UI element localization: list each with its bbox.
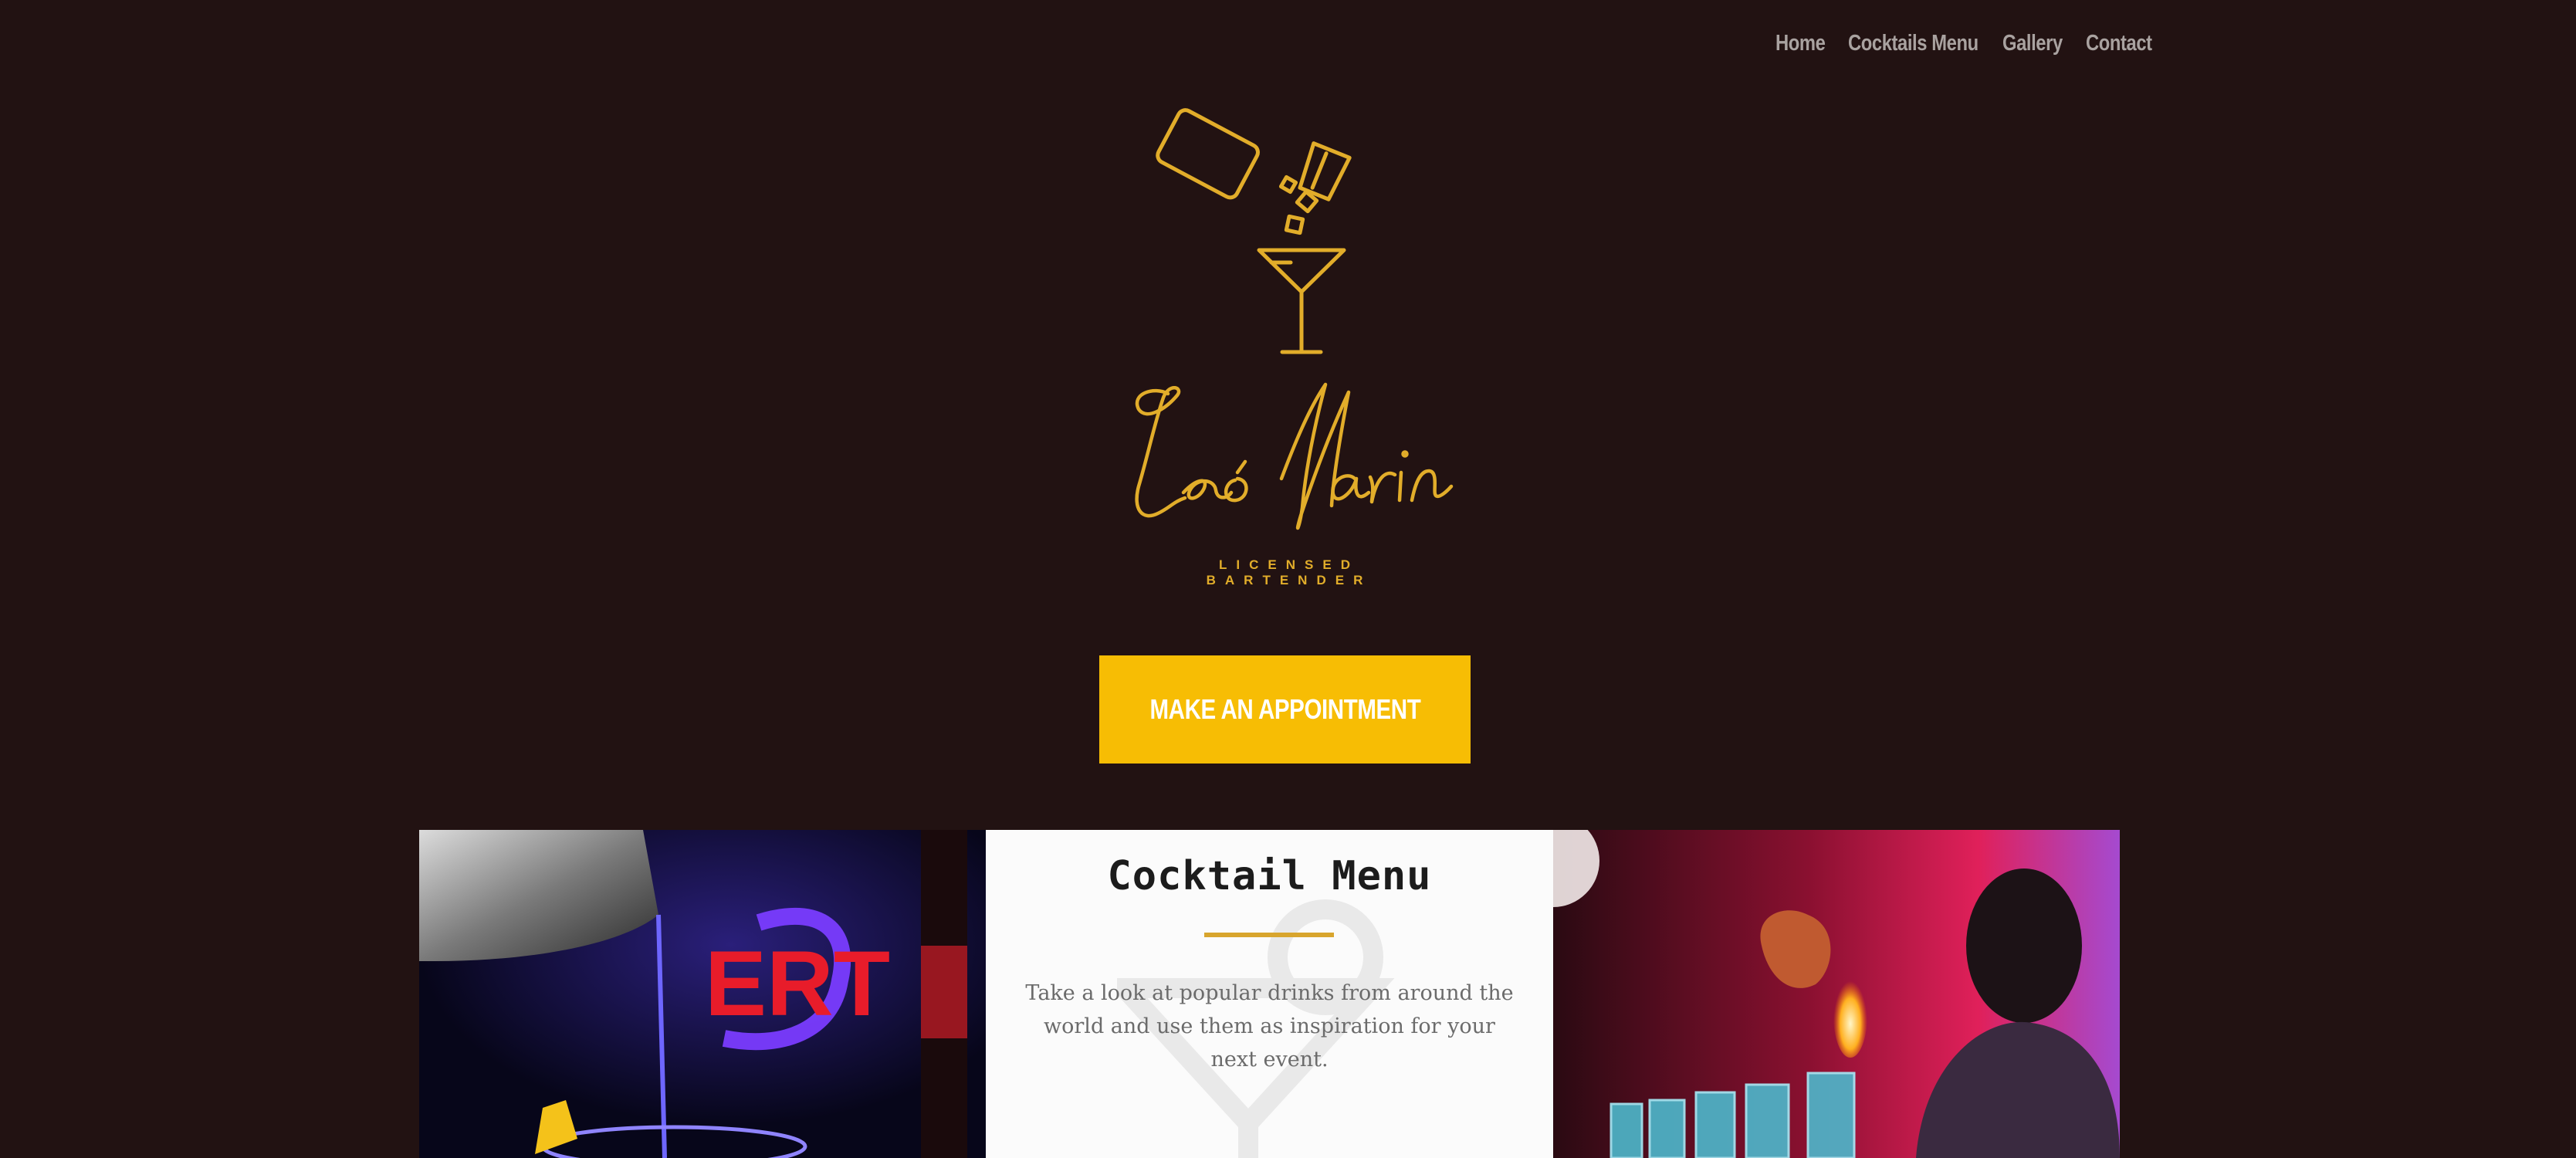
top-nav: Home Cocktails Menu Gallery Contact	[1775, 31, 2154, 56]
svg-text:ERT: ERT	[705, 932, 890, 1035]
feature-panels: ERT Cocktail Menu Take a look at popular…	[419, 830, 2120, 1158]
logo-tagline: LICENSED BARTENDER	[1206, 557, 1373, 587]
nav-contact-link[interactable]: Contact	[2086, 31, 2152, 56]
flaming-shots-image	[1553, 830, 2120, 1158]
brand-script-logo	[1135, 382, 1454, 530]
nav-home-link[interactable]: Home	[1775, 31, 1826, 56]
bartender-pouring-photo: ERT	[419, 830, 986, 1158]
bartender-pouring-image: ERT	[419, 830, 986, 1158]
make-appointment-button[interactable]: MAKE AN APPOINTMENT	[1099, 655, 1471, 764]
flaming-shots-photo	[1553, 830, 2120, 1158]
make-appointment-label: MAKE AN APPOINTMENT	[1149, 693, 1420, 725]
nav-gallery-link[interactable]: Gallery	[2002, 31, 2063, 56]
cocktail-menu-card[interactable]: Cocktail Menu Take a look at popular dri…	[986, 830, 1553, 1158]
title-divider	[1204, 933, 1334, 937]
cocktail-menu-description: Take a look at popular drinks from aroun…	[1025, 981, 1514, 1072]
page: Home Cocktails Menu Gallery Contact LICE…	[0, 0, 2576, 1158]
cocktail-menu-title: Cocktail Menu	[1107, 853, 1432, 899]
nav-cocktails-menu-link[interactable]: Cocktails Menu	[1848, 31, 1979, 56]
